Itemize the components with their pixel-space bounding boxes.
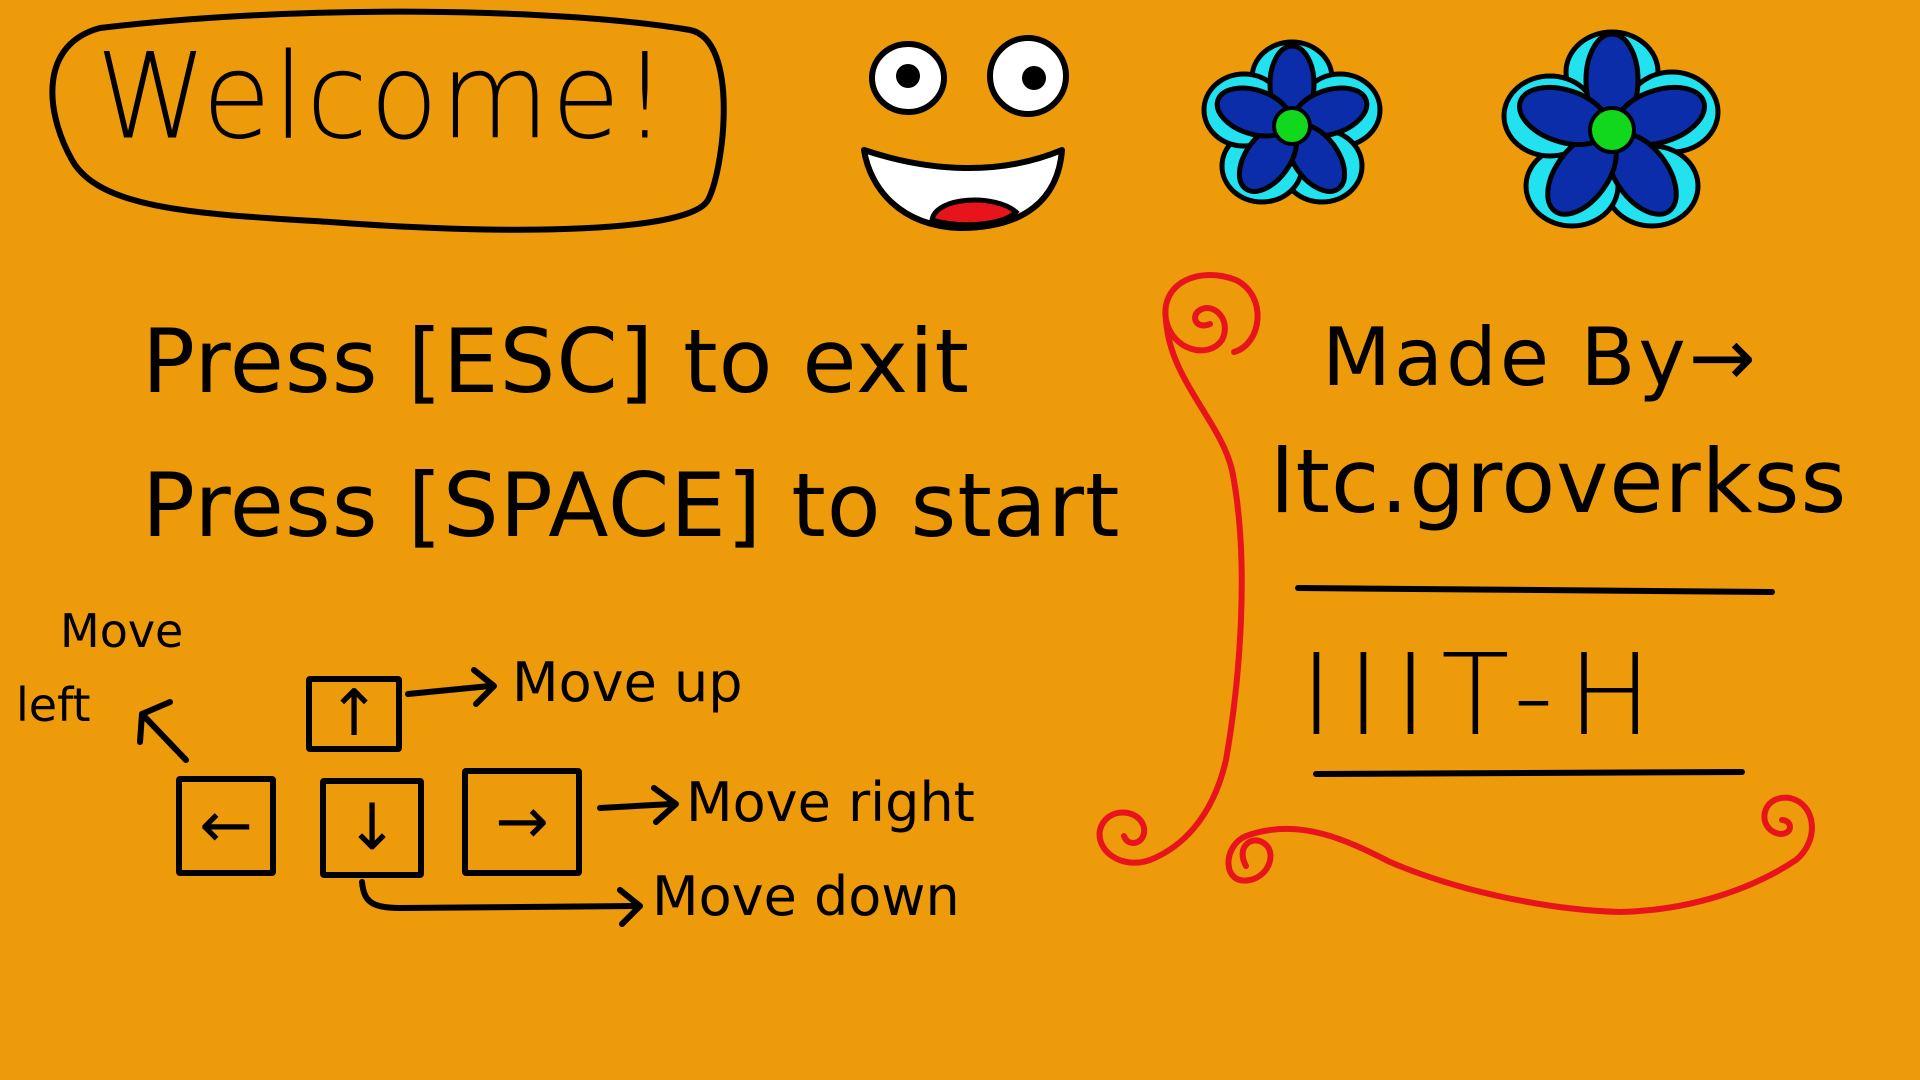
credit-underlines <box>1295 585 1775 777</box>
game-welcome-screen: Welcome! Press [ESC] to exit Press [SPAC… <box>0 0 1920 1080</box>
